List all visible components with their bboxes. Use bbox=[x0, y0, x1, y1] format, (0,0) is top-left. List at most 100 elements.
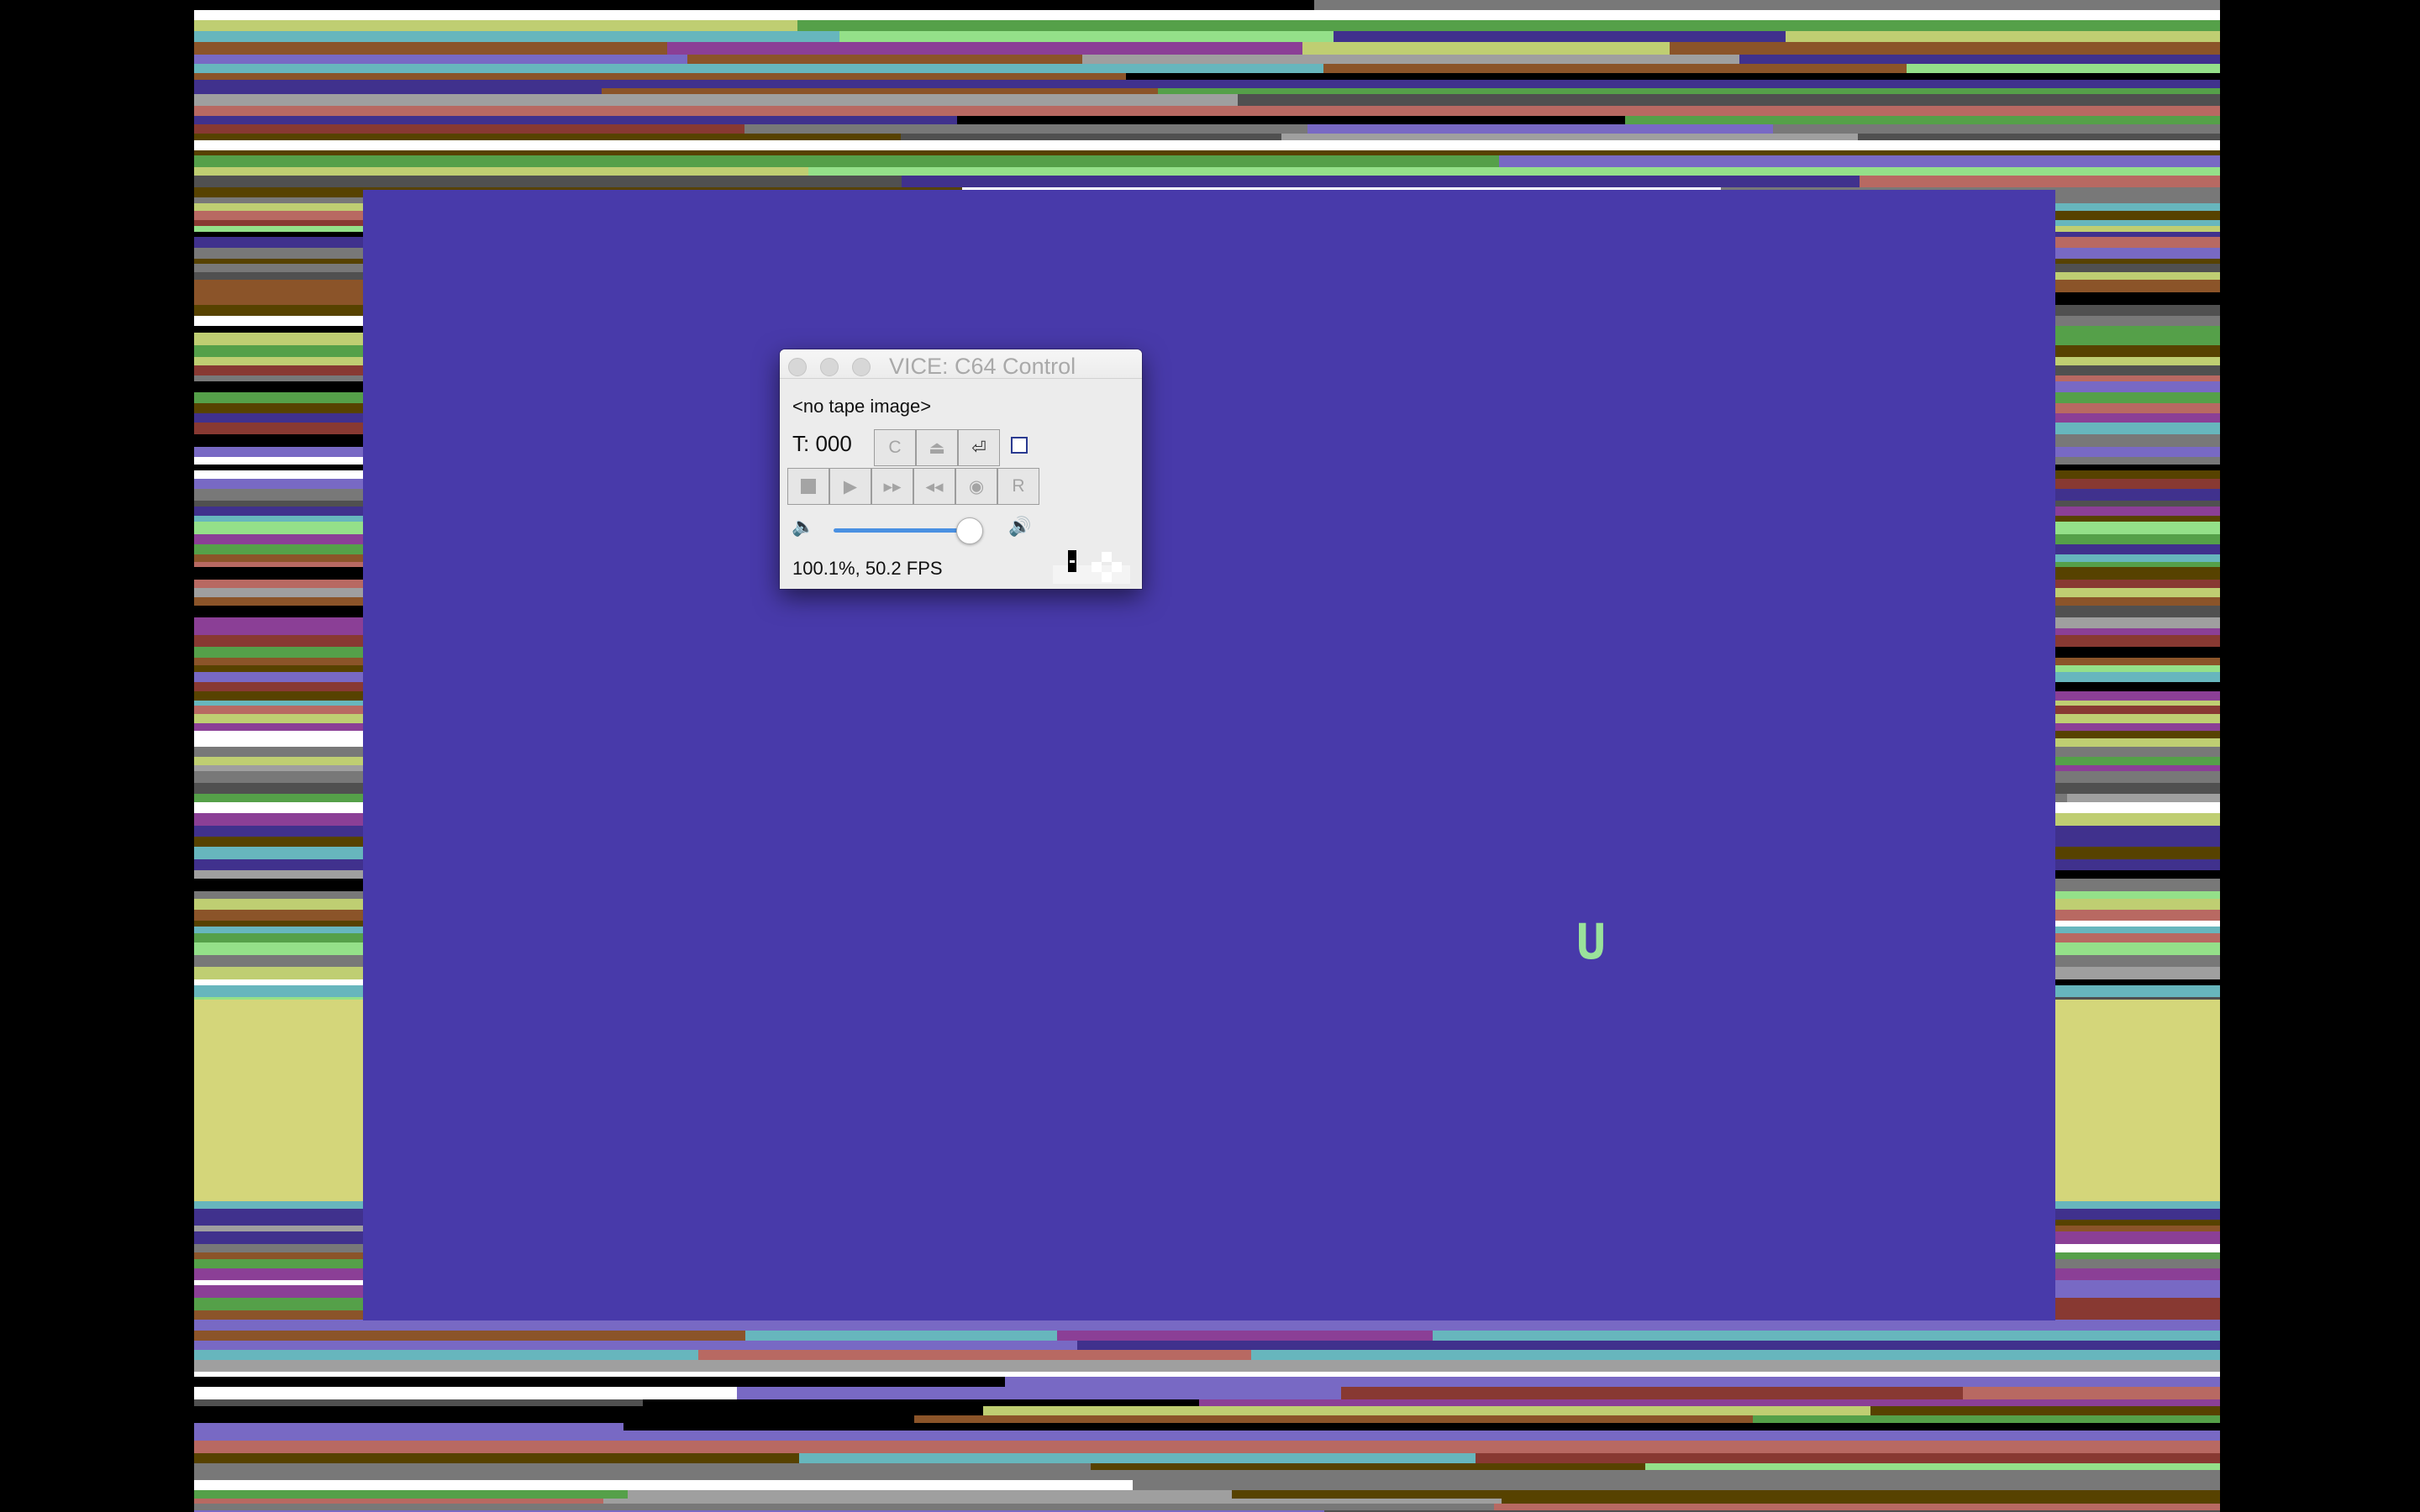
reset-label: R bbox=[1012, 476, 1025, 496]
raster-stripe bbox=[839, 31, 1334, 42]
raster-stripe bbox=[194, 1423, 623, 1431]
tape-stop-button[interactable] bbox=[787, 468, 829, 505]
vice-control-window[interactable]: VICE: C64 Control <no tape image> T: 000… bbox=[780, 349, 1142, 589]
raster-stripe bbox=[1281, 134, 1858, 140]
raster-stripe bbox=[194, 0, 1314, 10]
raster-stripe bbox=[1314, 0, 2220, 10]
raster-stripe bbox=[1133, 1480, 2220, 1490]
tape-status-text: <no tape image> bbox=[792, 396, 932, 417]
tape-forward-button[interactable]: ▸▸ bbox=[871, 468, 913, 505]
minimize-window-button[interactable] bbox=[820, 358, 839, 376]
raster-stripe bbox=[194, 124, 744, 134]
raster-stripe bbox=[194, 1406, 983, 1415]
raster-stripe bbox=[194, 1350, 698, 1360]
raster-stripe bbox=[1860, 176, 2220, 187]
raster-stripe bbox=[1961, 20, 2220, 31]
tape-reset-button[interactable]: R bbox=[997, 468, 1039, 505]
speed-fps-readout: 100.1%, 50.2 FPS bbox=[792, 558, 943, 579]
raster-stripe bbox=[1158, 88, 2220, 94]
raster-stripe bbox=[575, 1463, 1091, 1470]
tape-eject-button[interactable]: ⏏ bbox=[916, 429, 958, 466]
raster-stripe bbox=[194, 1470, 2220, 1480]
raster-stripe bbox=[1126, 73, 2220, 80]
raster-stripe bbox=[194, 1387, 737, 1399]
raster-stripe bbox=[194, 1490, 628, 1499]
raster-stripe bbox=[808, 167, 2220, 176]
raster-stripe bbox=[902, 176, 1554, 187]
raster-stripe bbox=[194, 1499, 603, 1504]
raster-stripe bbox=[1238, 94, 2220, 106]
raster-stripe bbox=[194, 116, 957, 124]
raster-stripe bbox=[2067, 794, 2220, 802]
raster-stripe bbox=[602, 88, 1158, 94]
raster-stripe bbox=[983, 1406, 1870, 1415]
raster-stripe bbox=[194, 167, 808, 176]
raster-stripe bbox=[194, 1331, 745, 1341]
raster-stripe bbox=[194, 134, 901, 140]
raster-stripe bbox=[194, 1431, 2220, 1441]
raster-stripe bbox=[914, 1415, 1753, 1423]
raster-stripe bbox=[1082, 55, 1739, 64]
raster-stripe bbox=[1739, 55, 2220, 64]
tape-rewind-button[interactable]: ◂◂ bbox=[913, 468, 955, 505]
rewind-icon: ◂◂ bbox=[925, 476, 944, 496]
raster-stripe bbox=[194, 10, 2220, 20]
tape-counter: T: 000 bbox=[792, 431, 852, 456]
raster-stripe bbox=[667, 42, 1302, 55]
raster-stripe bbox=[797, 20, 1423, 31]
raster-stripe bbox=[781, 64, 1323, 73]
screen-character: U bbox=[1576, 913, 1606, 970]
raster-stripe bbox=[1625, 116, 2220, 124]
raster-stripe bbox=[194, 1453, 799, 1463]
recording-checkbox[interactable] bbox=[1011, 437, 1028, 454]
raster-stripe bbox=[901, 134, 1281, 140]
raster-stripe bbox=[194, 31, 839, 42]
raster-stripe bbox=[698, 1350, 1251, 1360]
raster-stripe bbox=[1307, 124, 1773, 134]
raster-stripe bbox=[194, 140, 2220, 150]
raster-stripe bbox=[1963, 1387, 2220, 1399]
raster-stripe bbox=[1251, 1350, 2220, 1360]
record-icon: ◉ bbox=[968, 476, 985, 496]
raster-stripe bbox=[194, 42, 667, 55]
raster-stripe bbox=[1907, 64, 2220, 73]
window-title: VICE: C64 Control bbox=[889, 354, 1076, 379]
raster-stripe bbox=[628, 1490, 1232, 1499]
raster-stripe bbox=[1005, 1377, 2220, 1387]
raster-stripe bbox=[194, 73, 1126, 80]
raster-stripe bbox=[1753, 1415, 2220, 1423]
raster-stripe bbox=[1423, 20, 1961, 31]
raster-stripe bbox=[194, 55, 687, 64]
tape-attach-button[interactable]: ⏎ bbox=[958, 429, 1000, 466]
tape-play-button[interactable]: ▶ bbox=[829, 468, 871, 505]
raster-stripe bbox=[1077, 1341, 2220, 1350]
raster-stripe bbox=[1858, 134, 2220, 140]
raster-stripe bbox=[194, 106, 2220, 116]
drive-activity-indicator bbox=[1053, 550, 1130, 584]
raster-stripe bbox=[1773, 124, 2220, 134]
volume-slider-track[interactable] bbox=[834, 528, 970, 533]
raster-stripe bbox=[194, 88, 602, 94]
raster-stripe bbox=[745, 1331, 1057, 1341]
raster-stripe bbox=[1232, 1490, 2220, 1499]
tape-counter-reset-button[interactable]: C bbox=[874, 429, 916, 466]
zoom-window-button[interactable] bbox=[852, 358, 871, 376]
raster-stripe bbox=[603, 1499, 1502, 1504]
raster-stripe bbox=[194, 94, 1238, 106]
window-title-bar[interactable]: VICE: C64 Control bbox=[780, 349, 1142, 379]
eject-icon: ⏏ bbox=[929, 438, 945, 458]
raster-stripe bbox=[1554, 176, 1860, 187]
raster-stripe bbox=[1141, 1423, 2220, 1431]
c64-screen-area: U bbox=[363, 190, 2055, 1320]
close-window-button[interactable] bbox=[788, 358, 807, 376]
raster-stripe bbox=[1433, 1331, 2220, 1341]
raster-stripe bbox=[744, 124, 1307, 134]
enter-icon: ⏎ bbox=[971, 438, 986, 458]
raster-stripe bbox=[194, 80, 2220, 88]
tape-record-button[interactable]: ◉ bbox=[955, 468, 997, 505]
raster-stripe bbox=[1476, 1453, 2220, 1463]
raster-stripe bbox=[1302, 42, 1670, 55]
raster-stripe bbox=[1786, 31, 2220, 42]
volume-slider-thumb[interactable] bbox=[956, 517, 983, 544]
volume-low-icon: 🔈 bbox=[792, 516, 815, 537]
